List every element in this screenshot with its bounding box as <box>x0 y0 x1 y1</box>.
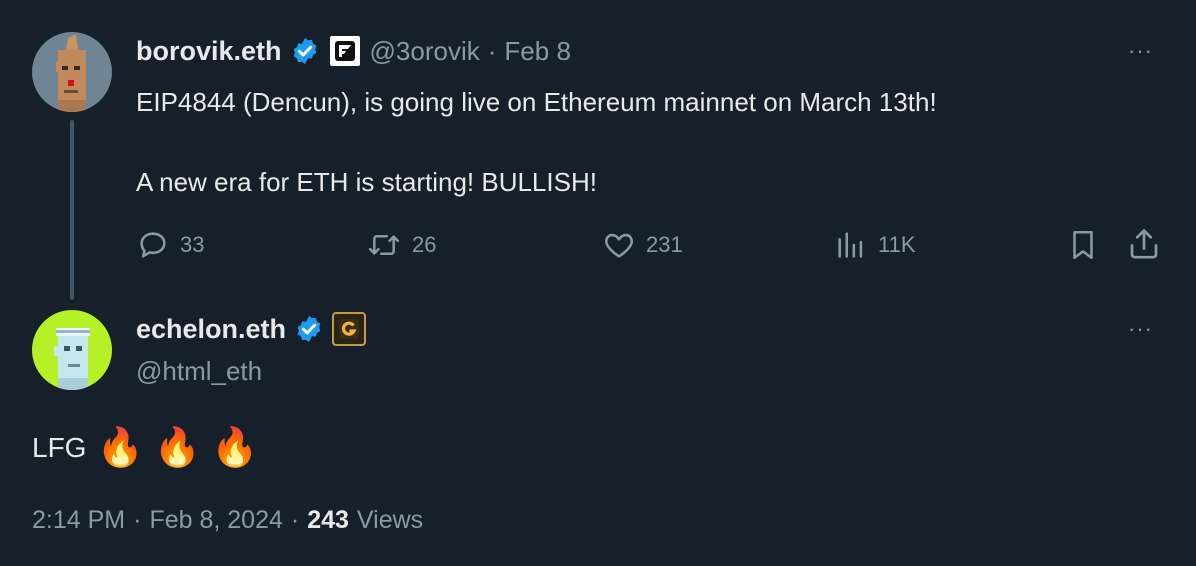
tweet-time[interactable]: 2:14 PM <box>32 506 125 535</box>
analytics-icon <box>838 232 863 258</box>
views-count[interactable]: 243 <box>307 506 349 535</box>
verified-badge-icon[interactable] <box>290 36 320 66</box>
repost-count: 26 <box>412 232 437 257</box>
like-button[interactable]: 231 <box>602 228 683 262</box>
tweet2-meta: 2:14 PM · Feb 8, 2024 · 243 Views <box>32 506 423 535</box>
bookmark-icon <box>1073 230 1093 260</box>
separator-dot: · <box>290 506 300 534</box>
fire-emoji-icon: 🔥 <box>211 427 259 469</box>
verified-badge-icon[interactable] <box>294 314 324 344</box>
reply-count: 33 <box>180 232 205 257</box>
tweet1-text-line2: A new era for ETH is starting! BULLISH! <box>136 167 597 197</box>
g-logo-icon <box>339 319 360 339</box>
views-label: Views <box>356 506 424 534</box>
avatar-echelon[interactable] <box>32 310 112 390</box>
flag-logo-icon <box>334 41 355 61</box>
like-count: 231 <box>646 232 683 257</box>
affiliate-badge-icon[interactable] <box>327 34 362 68</box>
share-icon <box>1130 229 1158 259</box>
bookmark-button[interactable] <box>1066 228 1100 267</box>
tweet1-text-line1: EIP4844 (Dencun), is going live on Ether… <box>136 87 937 117</box>
repost-icon <box>368 235 400 255</box>
views-count: 11K <box>878 232 916 257</box>
tweet1-header: borovik.eth @3orovik · Feb 8 <box>136 34 571 68</box>
affiliate-badge-icon[interactable] <box>332 312 367 346</box>
author-handle[interactable]: @3orovik <box>370 36 480 67</box>
tweet2-text-word: LFG <box>32 432 87 463</box>
tweet2-header: echelon.eth <box>136 312 367 346</box>
alien-punk-avatar-icon <box>32 310 112 390</box>
punk-avatar-icon <box>32 32 112 112</box>
fire-emoji-icon: 🔥 <box>153 427 202 469</box>
author-handle[interactable]: @html_eth <box>136 356 262 387</box>
thread-connector-line <box>70 120 74 300</box>
reply-button[interactable]: 33 <box>136 228 204 262</box>
reply-icon <box>140 232 166 258</box>
separator-dot: · <box>133 506 142 534</box>
avatar-borovik[interactable] <box>32 32 112 112</box>
author-name[interactable]: echelon.eth <box>136 314 286 345</box>
more-options-button[interactable]: ··· <box>1128 316 1153 342</box>
author-name[interactable]: borovik.eth <box>136 36 282 67</box>
separator-dot: · <box>487 35 497 66</box>
tweet2-text: LFG 🔥 🔥 🔥 <box>32 426 258 470</box>
fire-emoji-icon: 🔥 <box>96 427 144 469</box>
more-options-button[interactable]: ··· <box>1128 38 1153 64</box>
repost-button[interactable]: 26 <box>366 228 436 262</box>
views-button[interactable]: 11K <box>834 228 916 262</box>
share-button[interactable] <box>1126 226 1162 267</box>
tweet-date[interactable]: Feb 8 <box>504 36 571 67</box>
heart-icon <box>605 233 633 258</box>
tweet-date[interactable]: Feb 8, 2024 <box>149 506 282 535</box>
